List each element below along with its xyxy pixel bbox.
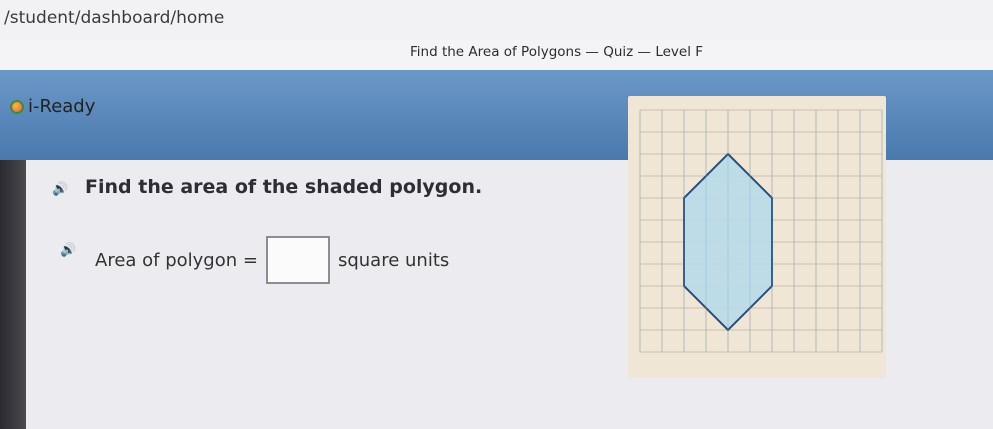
answer-input[interactable] <box>265 236 330 284</box>
url-text[interactable]: /student/dashboard/home <box>4 8 224 28</box>
grid-svg <box>639 109 883 353</box>
polygon-grid-figure <box>628 96 886 378</box>
answer-prefix: Area of polygon = <box>95 249 258 271</box>
brand-logo: i-Ready <box>10 96 95 117</box>
brand-name: i-Ready <box>28 96 96 117</box>
speaker-icon-question[interactable]: 🔊 <box>52 181 68 197</box>
question-prompt: Find the area of the shaded polygon. <box>85 176 483 198</box>
left-dark-edge <box>0 160 26 429</box>
iready-logo-icon <box>10 99 24 114</box>
browser-url-bar[interactable]: /student/dashboard/home <box>0 0 993 41</box>
answer-row: Area of polygon = square units <box>95 236 449 284</box>
quiz-title: Find the Area of Polygons — Quiz — Level… <box>410 44 704 60</box>
answer-suffix: square units <box>337 249 450 271</box>
speaker-icon-answer[interactable]: 🔊 <box>60 242 76 258</box>
